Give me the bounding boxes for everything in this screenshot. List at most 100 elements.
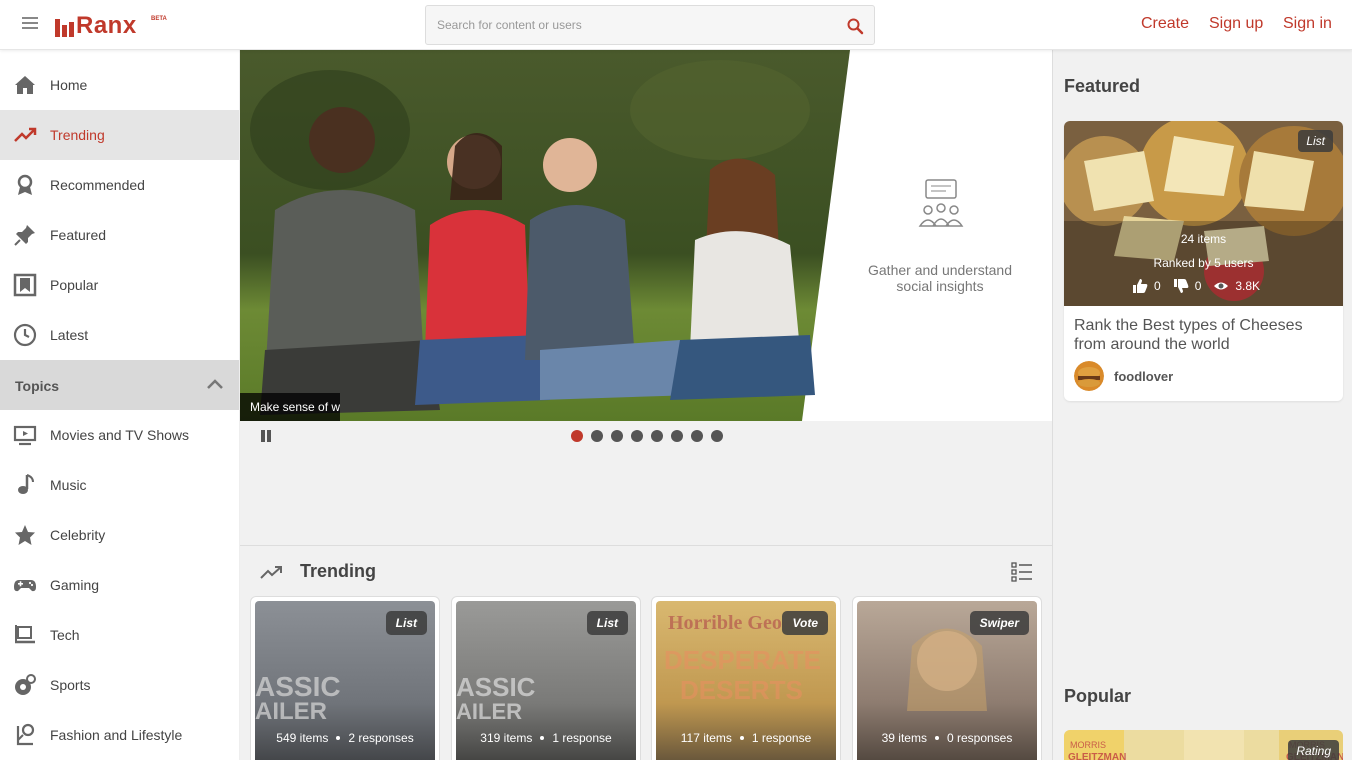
card-items: 549 items [276, 731, 329, 745]
trending-title: Trending [300, 561, 376, 581]
sidebar: Home Trending Recommended Featured Popul… [0, 50, 240, 760]
carousel-dot[interactable] [591, 430, 603, 442]
featured-ranked: Ranked by 5 users [1153, 256, 1254, 270]
ranx-logo[interactable]: Ranx BETA [55, 12, 167, 39]
sidebar-item-label: Featured [50, 227, 107, 243]
fashion-icon [16, 723, 35, 746]
carousel-dot[interactable] [711, 430, 723, 442]
popular-title: Popular [1064, 686, 1132, 706]
card-items: 319 items [480, 731, 533, 745]
carousel-dot[interactable] [571, 430, 583, 442]
recommended-icon [17, 174, 33, 195]
logo-text: Ranx [76, 12, 137, 39]
social-insights-icon [918, 179, 964, 227]
signup-link[interactable]: Sign up [1209, 15, 1263, 33]
create-link[interactable]: Create [1141, 15, 1189, 33]
card-responses: 1 response [552, 731, 612, 745]
thumbs-up-icon [1133, 279, 1148, 293]
avatar[interactable] [1074, 361, 1104, 391]
sidebar-item-latest[interactable]: Latest [0, 310, 239, 360]
sidebar-item-featured[interactable]: Featured [0, 210, 239, 260]
sidebar-item-label: Movies and TV Shows [50, 427, 190, 443]
pause-icon[interactable] [260, 430, 272, 442]
music-icon [18, 474, 34, 494]
sidebar-item-label: Tech [50, 627, 80, 643]
carousel-dot[interactable] [671, 430, 683, 442]
topics-label: Topics [15, 378, 60, 394]
carousel-dot[interactable] [611, 430, 623, 442]
carousel-dot[interactable] [691, 430, 703, 442]
sidebar-item-label: Trending [50, 127, 105, 143]
svg-text:AILER: AILER [456, 699, 522, 724]
svg-text:ASSIC: ASSIC [456, 672, 536, 702]
hero-side-text: Gather and understand social insights [868, 262, 1012, 294]
featured-card[interactable]: List 24 items Ranked by 5 users 0 0 3.8K… [1064, 121, 1343, 401]
card-thumbnail: ASSIC AILER List 319 items 1 response [456, 601, 636, 760]
carousel-dots [571, 430, 723, 442]
card-meta: 39 items 0 responses [857, 731, 1037, 745]
card-meta: 319 items 1 response [456, 731, 636, 745]
top-header: Ranx BETA Create Sign up Sign in [0, 0, 1352, 50]
search-icon[interactable] [846, 17, 864, 35]
sidebar-item-sports[interactable]: Sports [0, 660, 239, 710]
sidebar-item-recommended[interactable]: Recommended [0, 160, 239, 210]
list-view-icon[interactable] [1011, 561, 1033, 583]
sidebar-item-popular[interactable]: Popular [0, 260, 239, 310]
gamepad-icon [14, 580, 36, 592]
card-thumbnail: Horrible Geo DESPERATE DESERTS Vote 117 it… [656, 601, 836, 760]
star-icon [15, 525, 35, 545]
sidebar-item-label: Sports [50, 677, 91, 693]
card-type-badge: List [385, 611, 427, 635]
trending-card[interactable]: Horrible Geo DESPERATE DESERTS Vote 117 it… [651, 596, 841, 760]
sidebar-item-movies[interactable]: Movies and TV Shows [0, 410, 239, 460]
featured-title: Featured [1064, 76, 1141, 96]
featured-card-title[interactable]: Rank the Best types of Cheeses from arou… [1074, 316, 1334, 354]
sidebar-item-tech[interactable]: Tech [0, 610, 239, 660]
thumbs-down-icon [1173, 279, 1189, 293]
tv-icon [13, 425, 37, 446]
sidebar-item-music[interactable]: Music [0, 460, 239, 510]
right-column: Featured List 24 items Ranked by 5 users [1052, 50, 1352, 760]
search-input[interactable] [426, 6, 826, 44]
trending-card[interactable]: ASSIC AILER List 319 items 1 response [451, 596, 641, 760]
trending-section: Trending ASSIC AILER List 549 items 2 resp… [240, 545, 1052, 760]
svg-text:DESERTS: DESERTS [680, 675, 803, 705]
svg-text:GLEITZMAN: GLEITZMAN [1068, 752, 1126, 760]
sidebar-item-label: Popular [50, 277, 99, 293]
featured-username[interactable]: foodlover [1114, 369, 1173, 384]
eye-icon [1214, 282, 1229, 290]
svg-text:Horrible Geo: Horrible Geo [668, 612, 782, 634]
sidebar-item-label: Latest [50, 327, 89, 343]
sports-icon [15, 674, 36, 695]
hamburger-menu-icon[interactable] [22, 17, 38, 31]
card-items: 39 items [881, 731, 927, 745]
hero-caption: Make sense of w [240, 393, 340, 421]
signin-link[interactable]: Sign in [1283, 15, 1332, 33]
logo-beta-badge: BETA [151, 16, 167, 22]
featured-stats: 0 0 3.8K [1132, 278, 1272, 294]
featured-dislikes: 0 [1194, 279, 1202, 293]
card-thumbnail: ASSIC AILER List 549 items 2 responses [255, 601, 435, 760]
featured-items: 24 items [1180, 232, 1227, 246]
sidebar-item-home[interactable]: Home [0, 60, 239, 110]
carousel-dot[interactable] [631, 430, 643, 442]
sidebar-item-celebrity[interactable]: Celebrity [0, 510, 239, 560]
trending-card[interactable]: Swiper 39 items 0 responses [852, 596, 1042, 760]
popular-type-badge: Rating [1288, 740, 1339, 760]
card-type-badge: Vote [782, 611, 828, 635]
sidebar-item-gaming[interactable]: Gaming [0, 560, 239, 610]
home-icon [15, 76, 35, 94]
card-meta: 117 items 1 response [656, 731, 836, 745]
popular-card[interactable]: MORRIS GLEITZMAN MORRIS GLEITZMAN Rating [1064, 730, 1343, 760]
svg-text:MORRIS: MORRIS [1070, 740, 1106, 750]
carousel-dot[interactable] [651, 430, 663, 442]
topics-header[interactable]: Topics [0, 360, 239, 410]
main-content: Make sense of w Gather and understand so… [240, 50, 1052, 760]
clock-icon [13, 323, 37, 347]
tech-icon [15, 625, 35, 644]
card-responses: 2 responses [348, 731, 414, 745]
card-responses: 0 responses [946, 731, 1013, 745]
trending-card[interactable]: ASSIC AILER List 549 items 2 responses [250, 596, 440, 760]
sidebar-item-trending[interactable]: Trending [0, 110, 239, 160]
sidebar-item-fashion[interactable]: Fashion and Lifestyle [0, 710, 239, 760]
